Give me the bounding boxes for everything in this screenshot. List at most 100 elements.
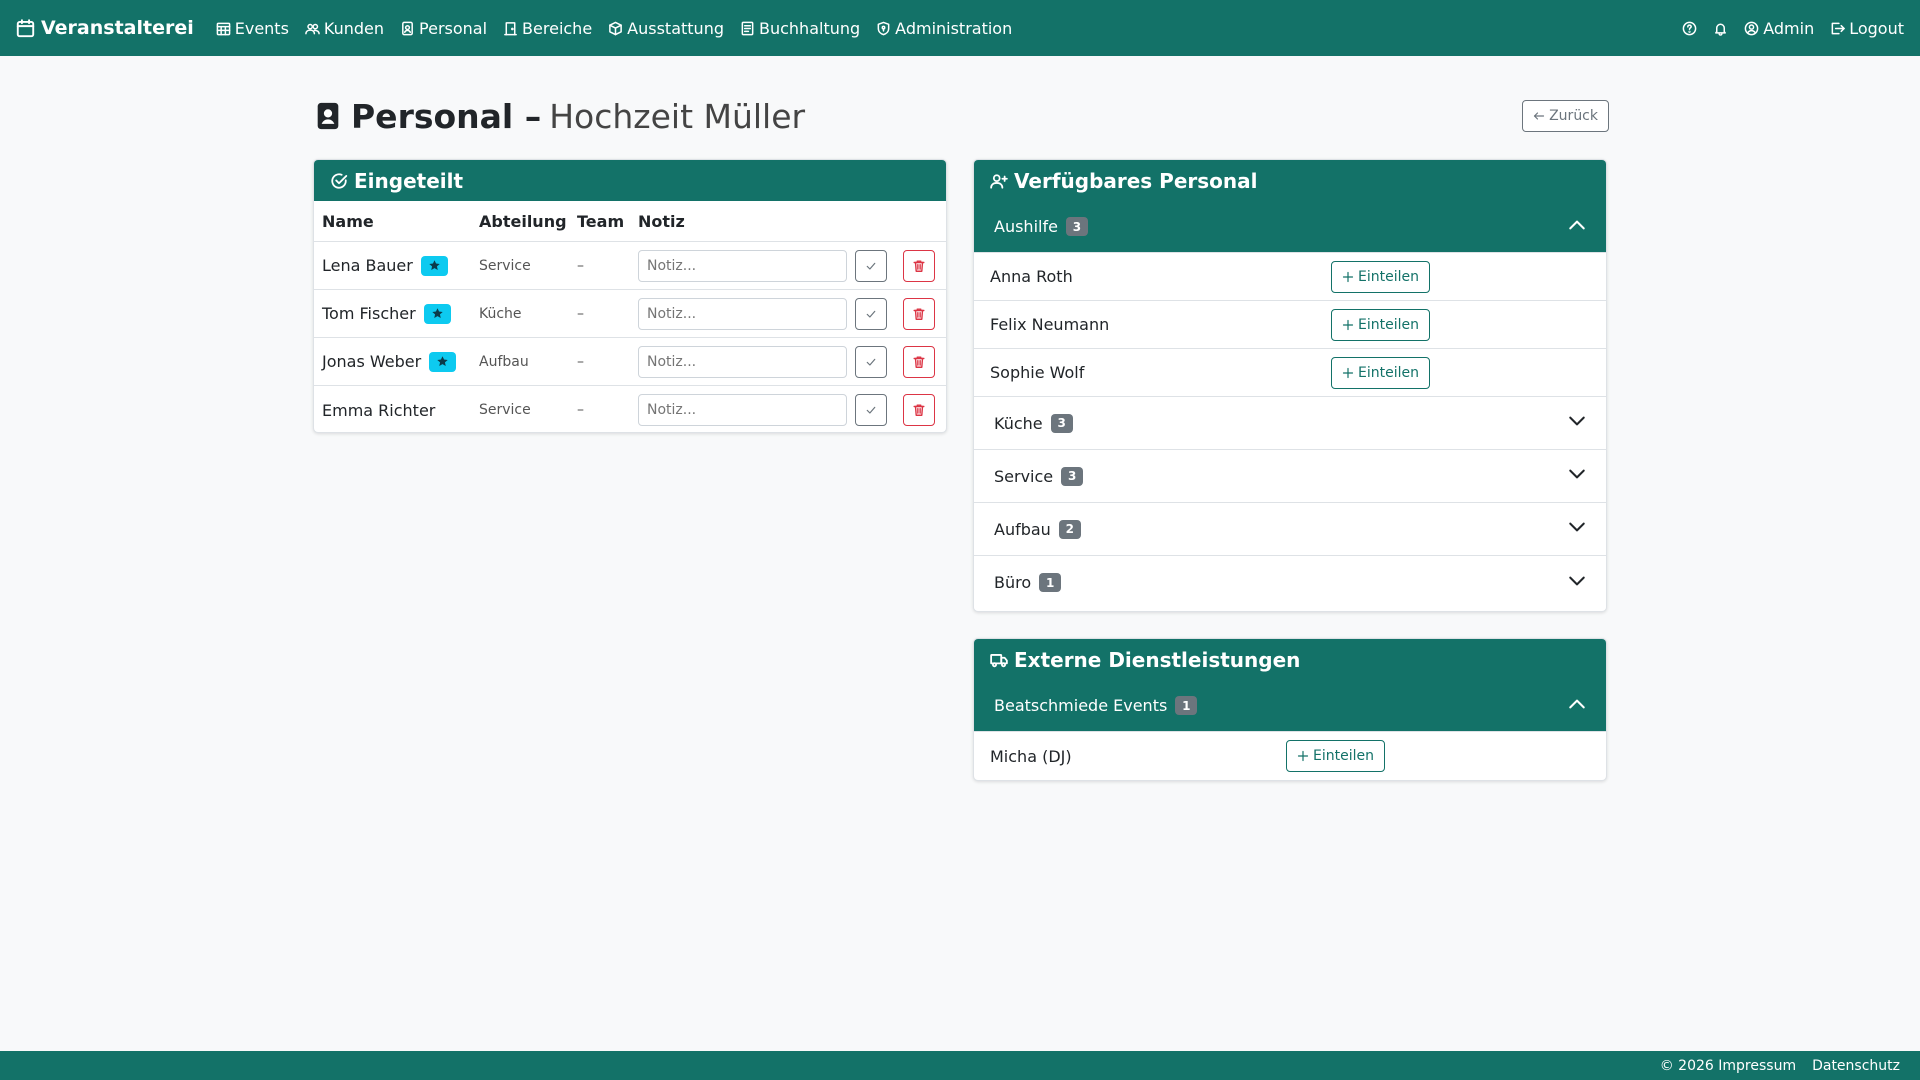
footer: © 2026 Impressum Datenschutz [0, 1051, 1920, 1080]
shield-icon [877, 21, 890, 35]
list-item: Sophie Wolf Einteilen [974, 349, 1606, 397]
truck-icon [990, 653, 1008, 667]
remove-button[interactable] [903, 249, 935, 282]
group-header-aushilfe[interactable]: Aushilfe 3 [974, 201, 1606, 253]
staff-name: Lena Bauer [322, 256, 413, 275]
page-header: Personal – Hochzeit Müller Zurück [313, 96, 1609, 136]
chevron-down-icon [1568, 572, 1586, 594]
brand-label: Veranstalterei [41, 17, 194, 39]
star-icon [420, 255, 448, 276]
nav-right: Admin Logout [1682, 19, 1904, 38]
staff-name: Anna Roth [990, 267, 1073, 286]
staff-name: Tom Fischer [322, 304, 416, 323]
nav-item-label: Buchhaltung [759, 18, 861, 38]
assign-button[interactable]: Einteilen [1331, 356, 1430, 389]
check-circle-icon [331, 172, 348, 189]
check-icon [866, 262, 876, 270]
note-input[interactable] [638, 249, 847, 282]
nav-item-personal[interactable]: Personal [400, 19, 487, 38]
external-card-header: Externe Dienstleistungen [974, 639, 1606, 680]
staff-name: Jonas Weber [322, 352, 422, 371]
nav-item-label: Bereiche [522, 18, 593, 38]
nav-item-label: Administration [895, 18, 1013, 38]
chevron-down-icon [1568, 518, 1586, 540]
brand-link[interactable]: Veranstalterei [16, 17, 194, 39]
count-badge: 1 [1039, 573, 1062, 592]
check-icon [866, 358, 876, 366]
group-header-service[interactable]: Service 3 [974, 450, 1606, 503]
external-services-card: Externe Dienstleistungen Beatschmiede Ev… [973, 638, 1607, 781]
nav-item-administration[interactable]: Administration [876, 19, 1012, 38]
group-header-aufbau[interactable]: Aufbau 2 [974, 503, 1606, 556]
group-name: Service [994, 466, 1054, 486]
group-header-buero[interactable]: Büro 1 [974, 556, 1606, 609]
user-menu[interactable]: Admin [1744, 19, 1814, 38]
save-note-button[interactable] [855, 249, 887, 282]
staff-name: Emma Richter [322, 400, 436, 420]
nav-item-kunden[interactable]: Kunden [305, 19, 384, 38]
department-cell: Küche [479, 305, 522, 322]
nav-item-bereiche[interactable]: Bereiche [503, 19, 592, 38]
main-nav: Events Kunden Personal Bereiche Ausstatt… [216, 19, 1012, 38]
list-item: Anna Roth Einteilen [974, 253, 1606, 301]
group-header-beatschmiede[interactable]: Beatschmiede Events 1 [974, 680, 1606, 732]
group-name: Büro [994, 573, 1032, 592]
save-note-button[interactable] [855, 345, 887, 378]
nav-item-label: Personal [419, 18, 488, 38]
chevron-up-icon [1568, 695, 1586, 717]
assign-label: Einteilen [1358, 268, 1419, 285]
note-input[interactable] [638, 394, 847, 426]
door-icon [504, 21, 517, 35]
plus-icon [1342, 367, 1354, 378]
page-title-strong: Personal – [351, 96, 542, 136]
nav-item-events[interactable]: Events [216, 19, 289, 38]
remove-button[interactable] [903, 394, 935, 426]
list-item: Felix Neumann Einteilen [974, 301, 1606, 349]
assign-button[interactable]: Einteilen [1286, 740, 1385, 772]
group-name: Aushilfe [994, 217, 1058, 236]
remove-button[interactable] [903, 345, 935, 378]
back-label: Zurück [1549, 108, 1598, 124]
page-title-event: Hochzeit Müller [549, 96, 806, 136]
column-header-team: Team [577, 211, 625, 231]
department-cell: Service [479, 257, 531, 274]
remove-button[interactable] [903, 297, 935, 330]
nav-item-ausstattung[interactable]: Ausstattung [608, 19, 724, 38]
table-row: Lena Bauer Service – [314, 242, 946, 290]
count-badge: 3 [1061, 466, 1084, 486]
group-name: Küche [994, 413, 1043, 433]
assign-label: Einteilen [1313, 748, 1374, 764]
assign-button[interactable]: Einteilen [1331, 308, 1430, 341]
assign-label: Einteilen [1358, 364, 1419, 381]
footer-impressum-link[interactable]: © 2026 Impressum [1660, 1058, 1796, 1074]
group-name: Beatschmiede Events [994, 696, 1168, 715]
assigned-card: Eingeteilt Name Abteilung Team Notiz Len… [313, 159, 947, 433]
calendar-icon [16, 18, 35, 37]
assign-button[interactable]: Einteilen [1331, 260, 1430, 293]
available-card-header: Verfügbares Personal [974, 160, 1606, 201]
group-header-kueche[interactable]: Küche 3 [974, 397, 1606, 450]
department-cell: Service [479, 402, 531, 418]
staff-name: Felix Neumann [990, 315, 1110, 334]
save-note-button[interactable] [855, 394, 887, 426]
back-button[interactable]: Zurück [1522, 100, 1609, 132]
table-row: Tom Fischer Küche – [314, 290, 946, 338]
external-card-title: Externe Dienstleistungen [1014, 647, 1301, 672]
footer-privacy-link[interactable]: Datenschutz [1812, 1058, 1900, 1074]
available-staff-card: Verfügbares Personal Aushilfe 3 Anna Rot… [973, 159, 1607, 612]
group-name: Aufbau [994, 519, 1051, 539]
logout-label: Logout [1849, 18, 1904, 38]
bell-icon[interactable] [1713, 21, 1728, 36]
arrow-left-icon [1533, 112, 1545, 120]
nav-item-label: Events [234, 18, 289, 38]
count-badge: 1 [1175, 696, 1198, 715]
plus-icon [1297, 750, 1309, 762]
note-input[interactable] [638, 345, 847, 378]
badge-icon [317, 102, 339, 130]
nav-item-buchhaltung[interactable]: Buchhaltung [740, 19, 860, 38]
logout-link[interactable]: Logout [1830, 19, 1904, 38]
note-input[interactable] [638, 297, 847, 330]
question-circle-icon[interactable] [1682, 21, 1697, 36]
staff-name: Sophie Wolf [990, 363, 1085, 382]
save-note-button[interactable] [855, 297, 887, 330]
